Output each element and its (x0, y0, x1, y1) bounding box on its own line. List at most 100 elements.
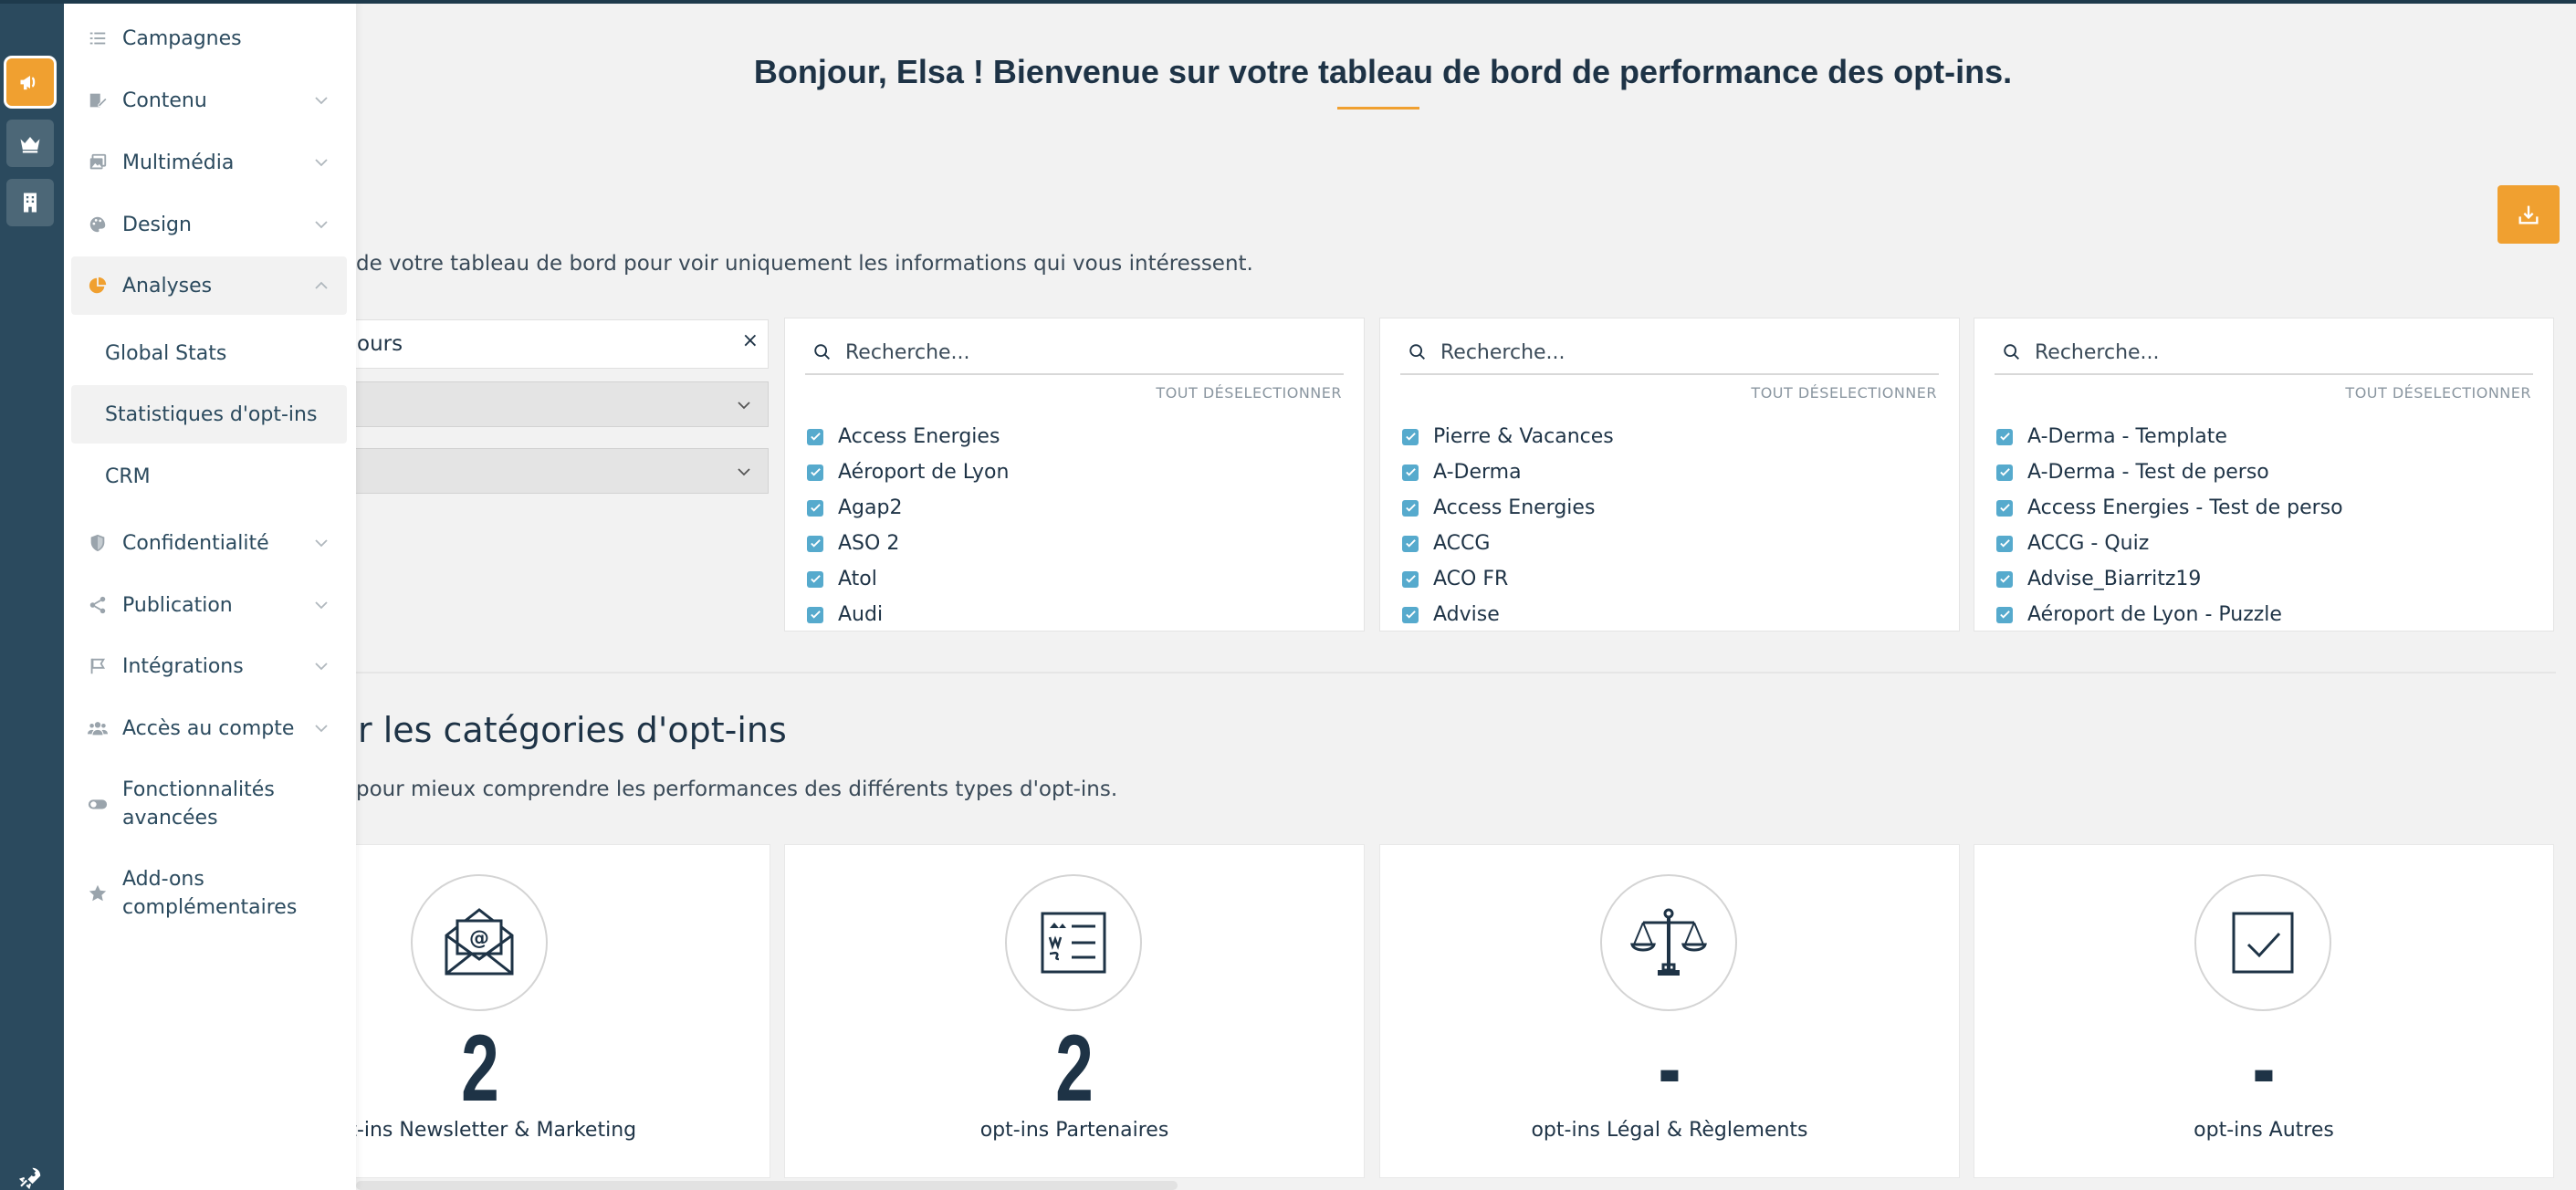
menu-item-multimedia[interactable]: Multimédia (71, 133, 347, 192)
category-value: 2 (1055, 1016, 1094, 1122)
checkbox-checked[interactable] (807, 570, 823, 588)
checkbox-checked[interactable] (1996, 606, 2013, 623)
checkbox-checked[interactable] (807, 428, 823, 445)
deselect-all-button[interactable]: TOUT DÉSELECTIONNER (1751, 384, 1937, 402)
checkbox-checked[interactable] (1402, 535, 1419, 552)
download-icon (2518, 205, 2539, 224)
filter-option[interactable]: Aéroport de Lyon - Puzzle (1996, 597, 2531, 631)
checkbox-checked[interactable] (1996, 428, 2013, 445)
filter-search-input[interactable]: Recherche... (1995, 331, 2533, 375)
deselect-all-button[interactable]: TOUT DÉSELECTIONNER (2345, 384, 2531, 402)
svg-text:@: @ (469, 927, 489, 950)
filter-card-campaigns: Recherche... TOUT DÉSELECTIONNER A-Derma… (1974, 318, 2554, 632)
filter-select-1[interactable] (338, 381, 769, 427)
menu-item-campagnes[interactable]: Campagnes (71, 9, 347, 68)
category-icon-circle (2194, 874, 2331, 1011)
chevron-down-icon (315, 97, 328, 105)
filter-search-input[interactable]: Recherche... (805, 331, 1344, 375)
category-icon-circle: @ (411, 874, 548, 1011)
title-underline (1337, 107, 1419, 110)
date-range-input[interactable]: ours × (338, 319, 769, 369)
menu-item-confidentialite[interactable]: Confidentialité (71, 514, 347, 572)
menu-item-design[interactable]: Design (71, 195, 347, 254)
category-label: opt-ins Partenaires (979, 1119, 1169, 1142)
download-button[interactable] (2497, 185, 2560, 244)
checkbox-checked[interactable] (1402, 570, 1419, 588)
filter-option[interactable]: Atol (807, 561, 1342, 597)
menu-item-acces-compte[interactable]: Accès au compte (71, 699, 347, 757)
checkbox-checked[interactable] (807, 606, 823, 623)
share-icon (89, 596, 106, 614)
menu-item-integrations[interactable]: Intégrations (71, 637, 347, 695)
horizontal-scrollbar[interactable] (356, 1181, 1178, 1190)
filter-option[interactable]: Access Energies - Test de perso (1996, 490, 2531, 526)
category-card-partners: 2 opt-ins Partenaires (784, 844, 1365, 1178)
filters-intro-text: de votre tableau de bord pour voir uniqu… (356, 252, 1253, 276)
flag-icon (90, 658, 106, 674)
checkbox-checked[interactable] (1402, 606, 1419, 623)
categories-subtitle: pour mieux comprendre les performances d… (356, 778, 1118, 801)
scales-icon (1630, 908, 1707, 976)
rocket-icon[interactable] (16, 1164, 44, 1190)
filter-option[interactable]: Agap2 (807, 490, 1342, 526)
clear-date-button[interactable]: × (742, 329, 759, 352)
filter-option[interactable]: Audi (807, 597, 1342, 631)
checkbox-checked[interactable] (1402, 464, 1419, 481)
chevron-down-icon (315, 221, 328, 229)
filter-option[interactable]: Advise_Biarritz19 (1996, 561, 2531, 597)
page-title: Bonjour, Elsa ! Bienvenue sur votre tabl… (753, 53, 2013, 90)
category-card-others: - opt-ins Autres (1974, 844, 2554, 1178)
deselect-all-button[interactable]: TOUT DÉSELECTIONNER (1156, 384, 1342, 402)
filter-option[interactable]: Access Energies (807, 419, 1342, 454)
filter-option[interactable]: Aéroport de Lyon (807, 454, 1342, 490)
filter-option[interactable]: A-Derma (1402, 454, 1937, 490)
filter-option[interactable]: ASO 2 (807, 526, 1342, 561)
filter-option[interactable]: Access Energies (1402, 490, 1937, 526)
filter-card-brands: Recherche... TOUT DÉSELECTIONNER Pierre … (1379, 318, 1960, 632)
checkbox-checked[interactable] (1402, 428, 1419, 445)
submenu-item-crm[interactable]: CRM (71, 447, 347, 506)
checkbox-checked[interactable] (807, 464, 823, 481)
filter-search-input[interactable]: Recherche... (1400, 331, 1939, 375)
checkbox-checked[interactable] (807, 535, 823, 552)
checkbox-checked[interactable] (1996, 499, 2013, 517)
category-label: opt-ins Autres (2194, 1119, 2334, 1142)
checkbox-checked[interactable] (1996, 464, 2013, 481)
filter-option[interactable]: A-Derma - Test de perso (1996, 454, 2531, 490)
chevron-down-icon (315, 539, 328, 548)
category-icon-circle (1005, 874, 1142, 1011)
filter-option[interactable]: ACCG (1402, 526, 1937, 561)
images-icon (89, 153, 107, 170)
checkbox-checked[interactable] (1996, 570, 2013, 588)
menu-item-fonctionnalites[interactable]: Fonctionnalités avancées (71, 764, 347, 844)
filter-card-clients: Recherche... TOUT DÉSELECTIONNER Access … (784, 318, 1365, 632)
menu-item-addons[interactable]: Add-ons complémentaires (71, 853, 347, 934)
submenu-item-optin-stats[interactable]: Statistiques d'opt-ins (71, 385, 347, 444)
crown-icon (20, 137, 40, 153)
filter-select-2[interactable] (338, 448, 769, 494)
filter-option[interactable]: ACCG - Quiz (1996, 526, 2531, 561)
chevron-down-icon (315, 601, 328, 610)
navigation-flyout: Campagnes Contenu Multimédia Design Anal… (64, 0, 356, 1190)
category-value: - (1658, 1016, 1681, 1122)
rail-campaigns-button[interactable] (6, 58, 54, 106)
palette-icon (89, 216, 106, 233)
category-label: opt-ins Légal & Règlements (1531, 1119, 1808, 1142)
checkbox-checked[interactable] (1402, 499, 1419, 517)
rail-premium-button[interactable] (6, 120, 54, 167)
filter-option[interactable]: A-Derma - Template (1996, 419, 2531, 454)
checkbox-icon (2232, 912, 2294, 974)
filter-list: Access Energies Aéroport de Lyon Agap2 A… (807, 419, 1342, 631)
menu-item-publication[interactable]: Publication (71, 576, 347, 634)
filter-option[interactable]: Pierre & Vacances (1402, 419, 1937, 454)
filter-option[interactable]: Advise (1402, 597, 1937, 631)
submenu-item-global-stats[interactable]: Global Stats (71, 324, 347, 382)
checkbox-checked[interactable] (1996, 535, 2013, 552)
checkbox-checked[interactable] (807, 499, 823, 517)
filter-list: Pierre & Vacances A-Derma Access Energie… (1402, 419, 1937, 631)
menu-item-contenu[interactable]: Contenu (71, 71, 347, 130)
menu-item-analyses[interactable]: Analyses (71, 256, 347, 315)
list-icon (89, 32, 106, 45)
filter-option[interactable]: ACO FR (1402, 561, 1937, 597)
rail-company-button[interactable] (6, 179, 54, 226)
